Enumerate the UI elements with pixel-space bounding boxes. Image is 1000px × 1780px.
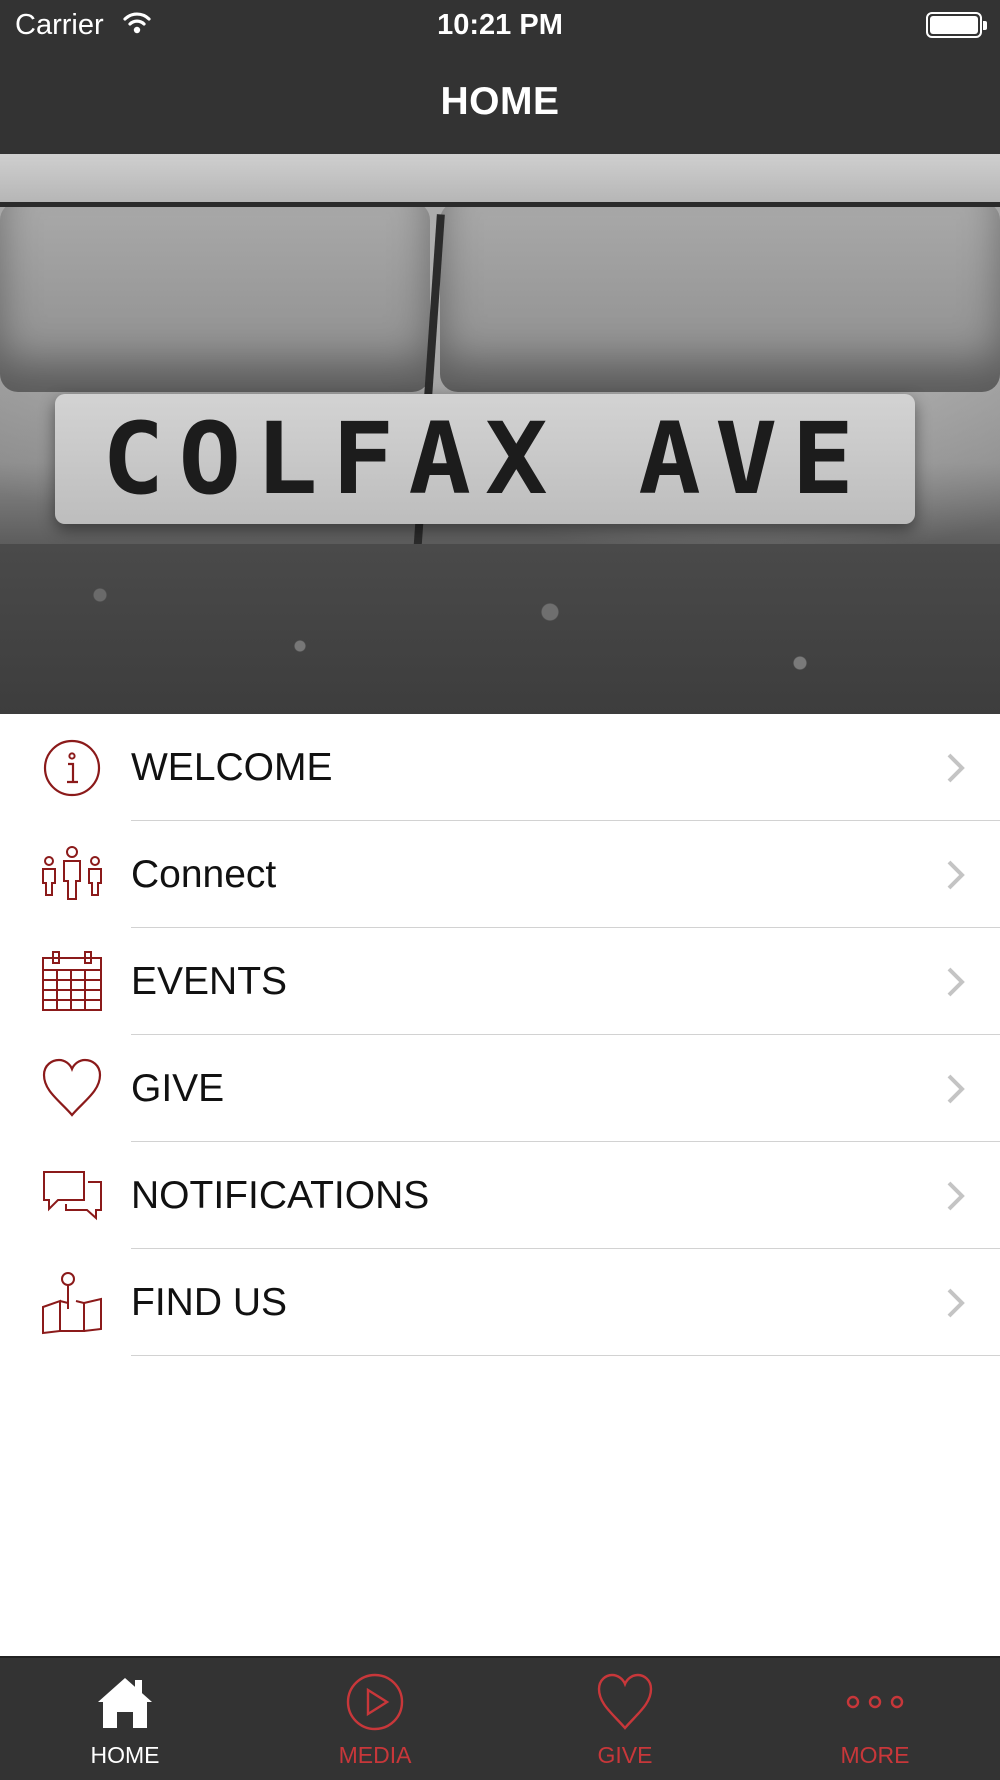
home-icon — [98, 1678, 152, 1728]
battery-icon — [926, 12, 987, 38]
street-stamp: COLFAX AVE — [55, 394, 915, 524]
tab-media[interactable]: MEDIA — [250, 1658, 500, 1780]
tab-more[interactable]: MORE — [750, 1658, 1000, 1780]
map-pin-icon — [42, 1272, 102, 1335]
status-bar: Carrier 10:21 PM — [0, 0, 1000, 50]
tab-label: HOME — [90, 1742, 160, 1768]
home-menu: WELCOME Connect EVENTS GIVE NOTIFICATION… — [0, 714, 1000, 1356]
menu-item-label: EVENTS — [131, 960, 288, 1003]
menu-item-give[interactable]: GIVE — [0, 1035, 1000, 1142]
tab-label: MORE — [840, 1742, 910, 1768]
menu-item-label: NOTIFICATIONS — [131, 1174, 430, 1217]
heart-icon — [42, 1058, 102, 1117]
tab-label: GIVE — [597, 1742, 653, 1768]
menu-item-events[interactable]: EVENTS — [0, 928, 1000, 1035]
menu-item-label: Connect — [131, 853, 277, 896]
chevron-right-icon — [947, 967, 965, 997]
tab-home[interactable]: HOME — [0, 1658, 250, 1780]
divider — [131, 1355, 1000, 1356]
calendar-icon — [42, 951, 102, 1011]
tab-label: MEDIA — [338, 1742, 412, 1768]
chevron-right-icon — [947, 753, 965, 783]
more-dots-icon — [846, 1695, 904, 1709]
tab-bar: HOME MEDIA GIVE MORE — [0, 1656, 1000, 1780]
menu-item-label: FIND US — [131, 1281, 287, 1324]
hero-image: COLFAX AVE — [0, 154, 1000, 714]
menu-item-find-us[interactable]: FIND US — [0, 1249, 1000, 1356]
street-stamp-text: COLFAX AVE — [101, 401, 869, 517]
chevron-right-icon — [947, 1288, 965, 1318]
clock: 10:21 PM — [437, 9, 563, 41]
chevron-right-icon — [947, 1074, 965, 1104]
chevron-right-icon — [947, 860, 965, 890]
heart-icon — [597, 1673, 653, 1730]
top-bar: Carrier 10:21 PM HOME — [0, 0, 1000, 154]
info-icon — [43, 739, 101, 797]
page-title: HOME — [440, 80, 560, 123]
play-icon — [346, 1673, 404, 1731]
chat-bubbles-icon — [43, 1171, 102, 1221]
menu-item-label: WELCOME — [131, 746, 333, 789]
menu-item-connect[interactable]: Connect — [0, 821, 1000, 928]
menu-item-notifications[interactable]: NOTIFICATIONS — [0, 1142, 1000, 1249]
people-icon — [42, 846, 102, 900]
menu-item-label: GIVE — [131, 1067, 225, 1110]
menu-item-welcome[interactable]: WELCOME — [0, 714, 1000, 821]
tab-give[interactable]: GIVE — [500, 1658, 750, 1780]
chevron-right-icon — [947, 1181, 965, 1211]
